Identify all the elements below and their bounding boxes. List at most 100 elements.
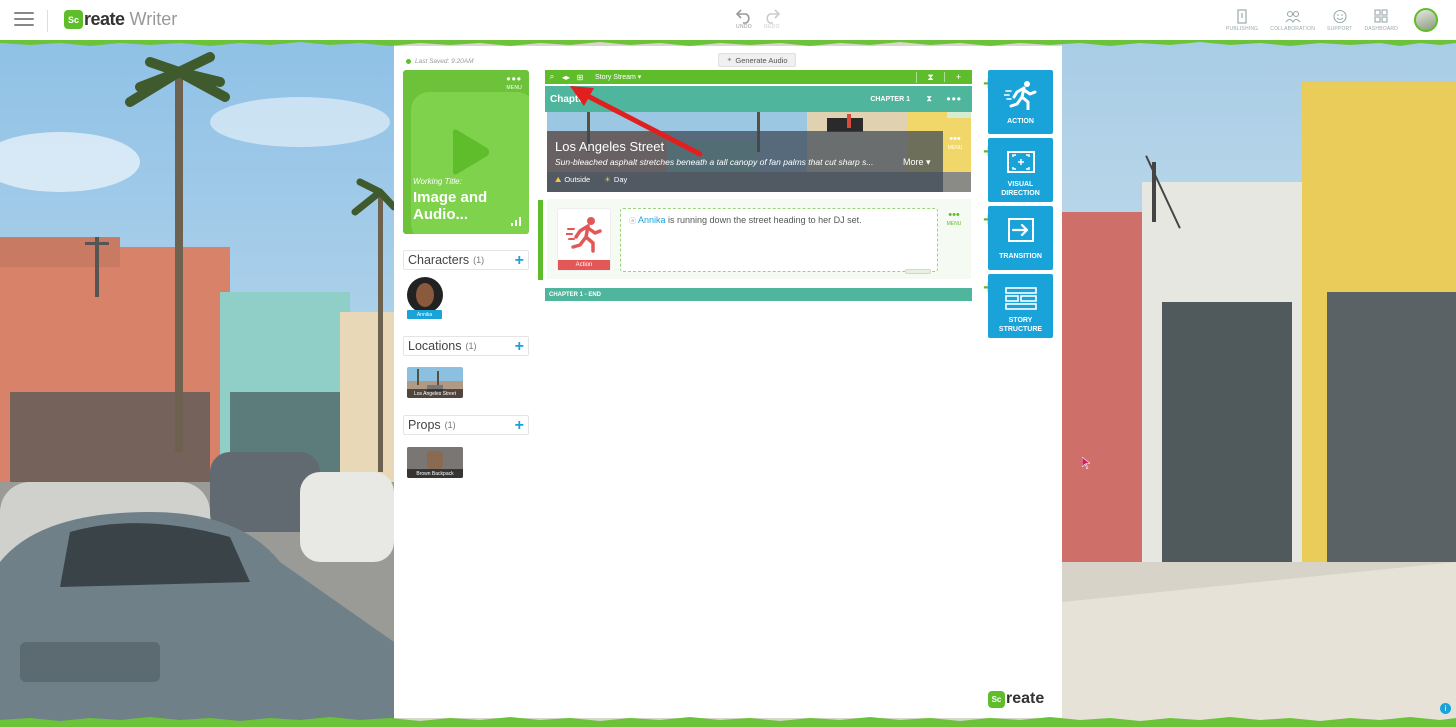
action-menu-button[interactable]: ••• MENU: [944, 209, 964, 228]
mouse-cursor-icon: [1082, 457, 1090, 469]
setting-tag: ⛰ Outside: [555, 175, 590, 185]
chapter-label: Chapter: [550, 93, 588, 105]
chapter-end-bar: CHAPTER 1 - END: [545, 288, 972, 301]
location-description: Sun-bleached asphalt stretches beneath a…: [555, 157, 874, 167]
footer-logo-badge: Sc: [988, 690, 1005, 708]
torn-edge-decoration: [0, 40, 1456, 46]
collaboration-button[interactable]: COLLABORATION: [1270, 9, 1315, 32]
story-stream-dropdown[interactable]: Story Stream ▾: [595, 73, 641, 81]
location-tags: ⛰ Outside ☀ Day: [555, 175, 627, 185]
props-count: (1): [444, 420, 456, 430]
add-prop-button[interactable]: +: [515, 417, 524, 435]
locations-count: (1): [465, 341, 477, 351]
background-street-photo-left: [0, 42, 394, 727]
generate-audio-label: Generate Audio: [735, 55, 788, 65]
visual-direction-tool-button[interactable]: VISUAL DIRECTION: [988, 138, 1053, 202]
locations-label: Locations: [408, 339, 462, 353]
saved-status-dot-icon: [406, 59, 411, 64]
action-type-label: Action: [558, 260, 610, 270]
support-icon: [1333, 9, 1347, 24]
toolbar-right-group: ⧗ +: [916, 70, 972, 84]
prop-thumbnail-caption: Brown Backpack: [407, 469, 463, 478]
location-menu-label: MENU: [947, 145, 963, 151]
logo-text: reate: [84, 9, 125, 29]
scroll-indicator: [538, 200, 543, 280]
collapse-arrows-icon[interactable]: ◂▸: [559, 73, 573, 82]
publishing-label: PUBLISHING: [1225, 26, 1259, 32]
character-link-icon: ⓐ: [629, 218, 636, 225]
publishing-button[interactable]: PUBLISHING: [1226, 9, 1258, 32]
visual-direction-tool-label: VISUAL DIRECTION: [1001, 181, 1040, 197]
app-logo[interactable]: Sc reate Writer: [64, 9, 177, 30]
footer-logo-text: reate: [1006, 690, 1045, 707]
action-tool-button[interactable]: ACTION: [988, 70, 1053, 134]
chapter-hourglass-icon[interactable]: ⧗: [926, 94, 932, 104]
location-more-link[interactable]: More ▾: [903, 157, 931, 168]
collaboration-icon: [1285, 10, 1301, 24]
props-section-header: Props (1) +: [403, 415, 529, 435]
working-title-card[interactable]: ••• MENU Working Title: Image and Audio.…: [403, 70, 529, 234]
story-structure-tool-button[interactable]: STORY STRUCTURE: [988, 274, 1053, 338]
character-face-shape: [416, 283, 434, 307]
sun-icon: ☀: [604, 175, 611, 184]
character-avatar[interactable]: [407, 277, 443, 313]
logo-badge: Sc: [64, 10, 83, 29]
dashboard-button[interactable]: DASHBOARD: [1365, 9, 1398, 32]
transition-arrow-icon: [1008, 218, 1034, 242]
undo-button[interactable]: UNDO: [735, 8, 753, 30]
street-scene-illustration-right: [1062, 42, 1456, 727]
background-street-photo-right: [1062, 42, 1456, 727]
dashboard-icon: [1374, 9, 1388, 23]
undo-icon: [735, 9, 750, 24]
time-tag-text: Day: [613, 175, 628, 184]
add-character-button[interactable]: +: [515, 252, 524, 270]
working-title-text: Image and Audio...: [413, 189, 488, 223]
location-thumbnail-caption: Los Angeles Street: [407, 389, 463, 398]
action-type-badge[interactable]: Action: [557, 208, 611, 271]
top-right-nav: PUBLISHING COLLABORATION SUPPORT DASHBOA…: [1226, 9, 1398, 32]
action-text-editor[interactable]: ⓐ Annika is running down the street headi…: [620, 208, 938, 274]
location-scene-banner[interactable]: Los Angeles Street Sun-bleached asphalt …: [547, 112, 971, 192]
hourglass-icon[interactable]: ⧗: [916, 71, 944, 83]
expand-icon[interactable]: ⊞: [573, 73, 587, 82]
resize-handle[interactable]: [905, 269, 931, 274]
divider: [47, 10, 48, 32]
support-button[interactable]: SUPPORT: [1327, 9, 1352, 32]
location-menu-button[interactable]: ••• MENU: [945, 134, 965, 152]
action-character-link[interactable]: Annika: [638, 215, 666, 225]
more-dots-icon: •••: [506, 72, 522, 86]
props-label: Props: [408, 418, 441, 432]
add-location-button[interactable]: +: [515, 338, 524, 356]
help-button[interactable]: i: [1440, 703, 1451, 714]
action-text: is running down the street heading to he…: [665, 215, 862, 225]
torn-edge-decoration-bottom: [0, 717, 1456, 727]
chapter-header[interactable]: Chapter CHAPTER 1 ⧗ •••: [545, 86, 972, 112]
footer-logo: Sc reate: [988, 690, 1044, 708]
prop-thumbnail[interactable]: Brown Backpack: [407, 447, 463, 478]
last-saved-status: Last Saved: 9:20AM: [406, 58, 474, 65]
working-title-label: Working Title:: [413, 177, 462, 186]
dashboard-label: DASHBOARD: [1364, 26, 1398, 32]
transition-tool-button[interactable]: TRANSITION: [988, 206, 1053, 270]
action-tool-label: ACTION: [1007, 118, 1034, 125]
play-icon[interactable]: [447, 128, 491, 176]
character-name-tag: Annika: [407, 310, 442, 319]
hamburger-menu-icon[interactable]: [14, 12, 34, 28]
publishing-icon: [1237, 9, 1247, 24]
story-structure-icon: [1005, 287, 1037, 310]
locations-section-header: Locations (1) +: [403, 336, 529, 356]
location-title: Los Angeles Street: [555, 139, 665, 154]
chapter-menu-dots-icon[interactable]: •••: [946, 92, 962, 106]
user-avatar[interactable]: [1414, 8, 1438, 32]
collaboration-label: COLLABORATION: [1270, 26, 1316, 32]
search-icon[interactable]: ⌕: [545, 72, 559, 82]
running-person-icon: [566, 217, 602, 253]
undo-label: UNDO: [736, 24, 752, 30]
action-more-dots-icon: •••: [948, 209, 960, 221]
title-card-menu-button[interactable]: ••• MENU: [506, 73, 522, 92]
redo-button[interactable]: REDO: [763, 8, 781, 30]
support-label: SUPPORT: [1327, 26, 1353, 32]
add-chapter-icon[interactable]: +: [944, 72, 972, 82]
generate-audio-button[interactable]: ✦ Generate Audio: [718, 53, 796, 67]
location-thumbnail[interactable]: Los Angeles Street: [407, 367, 463, 398]
